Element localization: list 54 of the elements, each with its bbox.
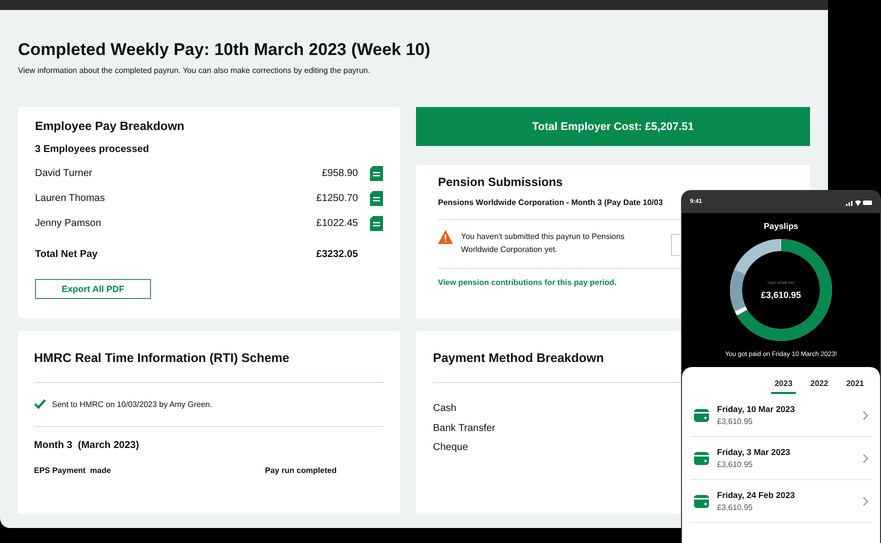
employer-cost-banner: Total Employer Cost: £5,207.51 <box>416 107 810 146</box>
document-icon <box>370 191 383 206</box>
button-outline <box>671 234 680 256</box>
check-icon <box>34 399 46 409</box>
employee-name: Lauren Thomas <box>35 193 106 204</box>
payslip-date: Friday, 24 Feb 2023 <box>717 490 796 500</box>
card-title: Employee Pay Breakdown <box>35 119 184 133</box>
document-icon <box>370 216 383 231</box>
employee-count: 3 Employees processed <box>35 144 149 155</box>
year-tab[interactable]: 2022 <box>806 379 832 394</box>
payslip-date: Friday, 10 Mar 2023 <box>717 404 796 414</box>
chevron-icon <box>863 454 868 462</box>
wallet-icon <box>694 494 709 508</box>
payslip-date: Friday, 3 Mar 2023 <box>717 447 792 457</box>
year-tab[interactable]: 2023 <box>770 379 796 394</box>
payslip-amount: £3,610.95 <box>717 417 754 426</box>
card-title: HMRC Real Time Information (RTI) Scheme <box>34 351 290 365</box>
payslip-item[interactable]: Friday, 10 Mar 2023 £3,610.95 <box>690 394 872 437</box>
take-home-amount: £3,610.95 <box>760 290 802 300</box>
employee-name: Jenny Pamson <box>35 218 102 229</box>
rti-label: Pay run completed <box>265 466 337 475</box>
year-tab[interactable]: 2021 <box>842 379 868 394</box>
wallet-icon <box>694 408 709 422</box>
document-icon <box>370 166 383 181</box>
export-button[interactable]: Export All PDF <box>35 279 151 299</box>
pay-amount: £1250.70 <box>316 193 358 204</box>
screen-title: Payslips <box>764 221 798 231</box>
page-subtitle: View information about the completed payrun. You can also make corrections by editing the payrun. <box>18 66 372 76</box>
wallet-icon <box>694 452 709 464</box>
employee-name: David Turner <box>35 168 94 179</box>
pay-amount: £958.90 <box>322 168 358 179</box>
warning-icon <box>438 230 453 244</box>
payslip-item[interactable]: Friday, 3 Mar 2023 £3,610.95 <box>690 437 872 480</box>
pension-provider: Pensions Worldwide Corporation - Month 3 (Pay Date 10/03 <box>438 198 663 207</box>
payment-method: Cheque <box>433 441 468 455</box>
payslip-amount: £3,610.95 <box>717 503 754 512</box>
pension-link[interactable]: View pension contributions for this pay period. <box>438 278 617 287</box>
chevron-icon <box>863 496 868 506</box>
page-title: Completed Weekly Pay: 10th March 2023 (Week 10) <box>18 40 432 60</box>
payslip-item[interactable]: Friday, 24 Feb 2023 £3,610.95 <box>690 480 872 523</box>
payment-method: Bank Transfer <box>433 422 496 436</box>
payslip-amount: £3,610.95 <box>717 460 754 469</box>
rti-label: EPS Payment made <box>34 466 112 475</box>
status-icons-drawing <box>846 198 872 206</box>
payment-method: Cash <box>433 402 456 416</box>
rti-status: Sent to HMRC on 10/03/2023 by Amy Green. <box>52 400 212 408</box>
total-amount: £3232.05 <box>316 249 358 260</box>
card-title: Payment Method Breakdown <box>433 351 604 365</box>
warning-message: You haven't submitted this payrun to Pensions Worldwide Corporation yet. <box>461 231 626 256</box>
pay-amount: £1022.45 <box>316 218 358 229</box>
rti-period: Month 3 (March 2023) <box>34 440 140 451</box>
total-label: Total Net Pay <box>35 249 99 260</box>
card-title: Pension Submissions <box>438 175 563 189</box>
chevron-icon <box>863 410 868 420</box>
